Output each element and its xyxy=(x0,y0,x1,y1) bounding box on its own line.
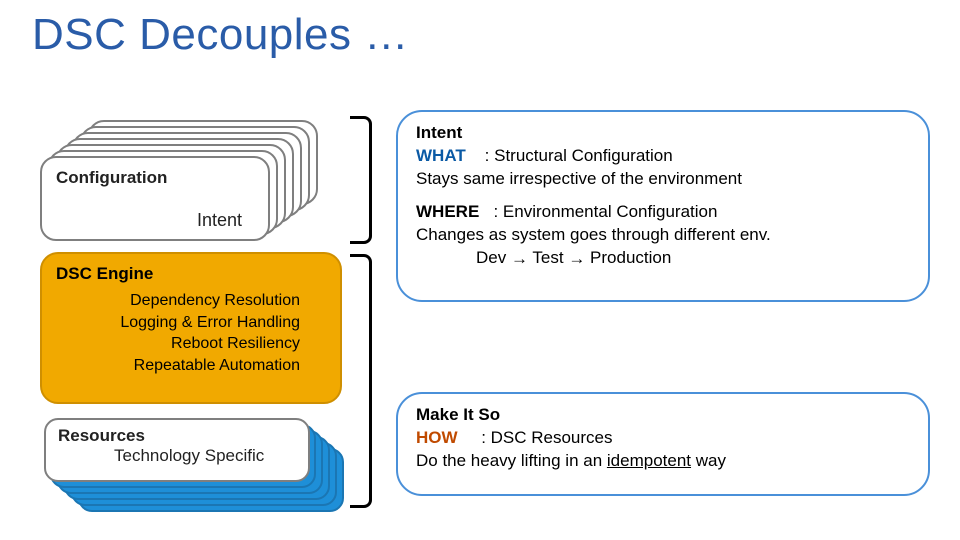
configuration-card-front: Configuration Intent xyxy=(40,156,270,241)
engine-line: Repeatable Automation xyxy=(56,355,300,377)
dsc-engine-box: DSC Engine Dependency Resolution Logging… xyxy=(40,252,342,404)
chain-dev: Dev xyxy=(476,248,506,267)
dsc-engine-lines: Dependency Resolution Logging & Error Ha… xyxy=(56,290,326,376)
how-line2c: way xyxy=(691,451,726,470)
resources-subtitle: Technology Specific xyxy=(58,446,296,466)
arrow-right-icon: → xyxy=(568,248,585,271)
slide-title: DSC Decouples … xyxy=(32,10,409,60)
configuration-intent-label: Intent xyxy=(197,210,242,231)
makeitso-how-line2: Do the heavy lifting in an idempotent wa… xyxy=(416,450,910,473)
arrow-right-icon: → xyxy=(511,248,528,271)
makeitso-header: Make It So xyxy=(416,404,910,427)
bracket-top-icon xyxy=(350,116,372,244)
intent-where-chain: Dev → Test → Production xyxy=(416,247,910,270)
intent-where-line: WHERE : Environmental Configuration xyxy=(416,201,910,224)
how-line2b: idempotent xyxy=(607,451,691,470)
what-desc: : Structural Configuration xyxy=(485,146,673,165)
makeitso-bubble: Make It So HOW : DSC Resources Do the he… xyxy=(396,392,930,496)
how-key: HOW xyxy=(416,428,458,447)
where-desc: : Environmental Configuration xyxy=(493,202,717,221)
configuration-stack: Configuration Intent xyxy=(40,120,320,240)
resources-stack: Resources Technology Specific xyxy=(44,418,354,518)
engine-line: Dependency Resolution xyxy=(56,290,300,312)
intent-what-line: WHAT : Structural Configuration xyxy=(416,145,910,168)
slide: DSC Decouples … Configuration Intent DSC… xyxy=(0,0,960,540)
engine-line: Logging & Error Handling xyxy=(56,312,300,334)
resources-card-front: Resources Technology Specific xyxy=(44,418,310,482)
intent-what-line2: Stays same irrespective of the environme… xyxy=(416,168,910,191)
how-line2a: Do the heavy lifting in an xyxy=(416,451,607,470)
dsc-engine-title: DSC Engine xyxy=(56,264,326,284)
intent-header: Intent xyxy=(416,122,910,145)
makeitso-how-line: HOW : DSC Resources xyxy=(416,427,910,450)
bracket-bottom-icon xyxy=(350,254,372,508)
configuration-label: Configuration xyxy=(56,168,254,188)
where-key: WHERE xyxy=(416,202,479,221)
intent-bubble: Intent WHAT : Structural Configuration S… xyxy=(396,110,930,302)
engine-line: Reboot Resiliency xyxy=(56,333,300,355)
chain-test: Test xyxy=(532,248,563,267)
intent-where-line2: Changes as system goes through different… xyxy=(416,224,910,247)
how-desc: : DSC Resources xyxy=(481,428,612,447)
what-key: WHAT xyxy=(416,146,466,165)
chain-prod: Production xyxy=(590,248,671,267)
resources-label: Resources xyxy=(58,426,296,446)
